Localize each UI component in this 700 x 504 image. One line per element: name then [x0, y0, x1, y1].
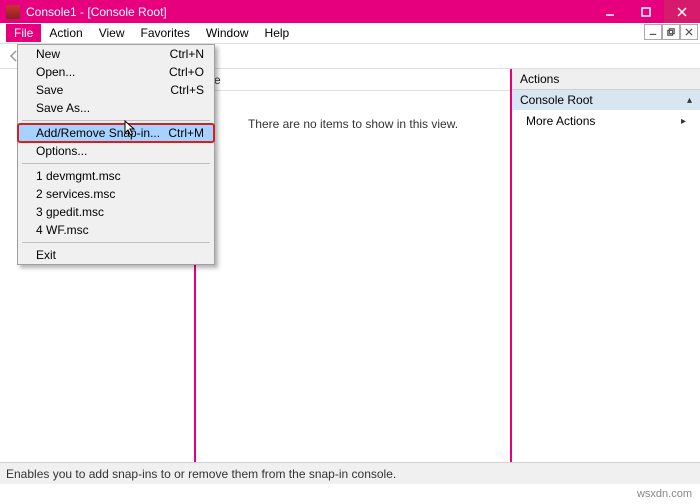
menu-item-recent-4[interactable]: 4 WF.msc: [18, 221, 214, 239]
save-shortcut: Ctrl+S: [170, 83, 204, 97]
statusbar: Enables you to add snap-ins to or remove…: [0, 462, 700, 484]
more-actions[interactable]: More Actions: [512, 110, 700, 132]
menu-file[interactable]: File: [6, 24, 41, 42]
menu-item-recent-2[interactable]: 2 services.msc: [18, 185, 214, 203]
status-text: Enables you to add snap-ins to or remove…: [6, 467, 396, 481]
recent1-label: 1 devmgmt.msc: [36, 169, 121, 183]
new-shortcut: Ctrl+N: [170, 47, 204, 61]
menu-separator: [22, 163, 210, 164]
window-title: Console1 - [Console Root]: [26, 5, 592, 19]
list-empty-message: There are no items to show in this view.: [196, 91, 510, 482]
open-label: Open...: [36, 65, 75, 79]
addremove-label: Add/Remove Snap-in...: [36, 126, 160, 140]
mdi-controls: [644, 24, 698, 40]
list-pane: me There are no items to show in this vi…: [196, 69, 510, 482]
menu-item-new[interactable]: New Ctrl+N: [18, 45, 214, 63]
file-menu-dropdown: New Ctrl+N Open... Ctrl+O Save Ctrl+S Sa…: [17, 44, 215, 265]
menu-favorites[interactable]: Favorites: [133, 24, 198, 42]
saveas-label: Save As...: [36, 101, 90, 115]
menu-view[interactable]: View: [91, 24, 133, 42]
mdi-restore-button[interactable]: [662, 24, 680, 40]
recent3-label: 3 gpedit.msc: [36, 205, 104, 219]
mdi-minimize-button[interactable]: [644, 24, 662, 40]
addremove-shortcut: Ctrl+M: [168, 126, 204, 140]
open-shortcut: Ctrl+O: [169, 65, 204, 79]
close-button[interactable]: [664, 0, 700, 23]
menu-item-exit[interactable]: Exit: [18, 246, 214, 264]
recent2-label: 2 services.msc: [36, 187, 115, 201]
empty-text: There are no items to show in this view.: [248, 117, 458, 131]
window-controls: [592, 0, 700, 23]
options-label: Options...: [36, 144, 87, 158]
exit-label: Exit: [36, 248, 56, 262]
menu-item-add-remove-snapin[interactable]: Add/Remove Snap-in... Ctrl+M: [18, 124, 214, 142]
menu-separator: [22, 120, 210, 121]
menu-item-open[interactable]: Open... Ctrl+O: [18, 63, 214, 81]
menubar: File Action View Favorites Window Help: [0, 23, 700, 44]
titlebar: Console1 - [Console Root]: [0, 0, 700, 23]
list-column-header[interactable]: me: [196, 69, 510, 91]
app-icon: [6, 5, 20, 19]
actions-section-label: Console Root: [520, 93, 593, 107]
maximize-button[interactable]: [628, 0, 664, 23]
menu-window[interactable]: Window: [198, 24, 257, 42]
menu-item-recent-1[interactable]: 1 devmgmt.msc: [18, 167, 214, 185]
save-label: Save: [36, 83, 63, 97]
menu-item-options[interactable]: Options...: [18, 142, 214, 160]
mdi-close-button[interactable]: [680, 24, 698, 40]
menu-item-save-as[interactable]: Save As...: [18, 99, 214, 117]
actions-pane: Actions Console Root More Actions: [510, 69, 700, 482]
more-actions-label: More Actions: [526, 114, 595, 128]
actions-section[interactable]: Console Root: [512, 90, 700, 110]
menu-separator: [22, 242, 210, 243]
cursor-icon: [124, 120, 138, 141]
menu-action[interactable]: Action: [41, 24, 90, 42]
menu-item-save[interactable]: Save Ctrl+S: [18, 81, 214, 99]
watermark: wsxdn.com: [637, 488, 692, 500]
minimize-button[interactable]: [592, 0, 628, 23]
menu-help[interactable]: Help: [257, 24, 298, 42]
new-label: New: [36, 47, 60, 61]
menu-item-recent-3[interactable]: 3 gpedit.msc: [18, 203, 214, 221]
actions-header: Actions: [512, 69, 700, 90]
recent4-label: 4 WF.msc: [36, 223, 89, 237]
